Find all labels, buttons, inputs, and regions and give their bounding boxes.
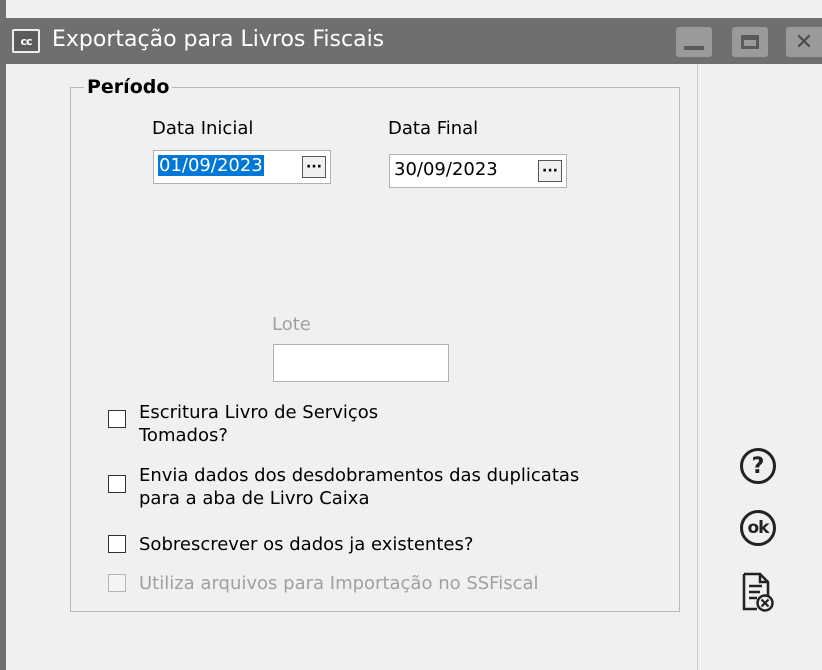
- data-final-value[interactable]: 30/09/2023: [394, 159, 498, 180]
- help-button[interactable]: ?: [736, 444, 780, 488]
- periodo-legend: Período: [84, 76, 173, 98]
- close-icon: ✕: [794, 29, 814, 55]
- ok-button[interactable]: ok: [736, 506, 780, 550]
- data-inicial-value[interactable]: 01/09/2023: [158, 155, 264, 176]
- sobrescrever-label[interactable]: Sobrescrever os dados ja existentes?: [139, 533, 473, 556]
- sobrescrever-checkbox[interactable]: [108, 535, 126, 553]
- maximize-icon: [741, 35, 759, 49]
- cancel-button[interactable]: [736, 570, 780, 614]
- close-button[interactable]: ✕: [786, 27, 822, 57]
- utiliza-arquivos-checkbox: [108, 574, 126, 592]
- action-sidebar: ? ok: [697, 64, 822, 670]
- utiliza-arquivos-label: Utiliza arquivos para Importação no SSFi…: [139, 573, 539, 594]
- escritura-livro-checkbox[interactable]: [108, 410, 126, 428]
- minimize-icon: [684, 46, 704, 50]
- envia-desdobramentos-checkbox[interactable]: [108, 475, 126, 493]
- data-inicial-picker-button[interactable]: ···: [302, 156, 326, 178]
- data-final-field[interactable]: 30/09/2023 ···: [389, 154, 567, 188]
- escritura-livro-label-line2: Tomados?: [139, 425, 228, 446]
- data-inicial-field[interactable]: 01/09/2023 ···: [153, 150, 331, 184]
- cancel-document-icon: [742, 572, 774, 612]
- ok-icon: ok: [740, 510, 776, 546]
- envia-desdobramentos-label-line1: Envia dados dos desdobramentos das dupli…: [139, 465, 580, 486]
- envia-desdobramentos-label-line2: para a aba de Livro Caixa: [139, 488, 370, 509]
- help-icon: ?: [740, 448, 776, 484]
- window-border: [0, 0, 6, 670]
- lote-input[interactable]: [273, 344, 449, 382]
- data-final-picker-button[interactable]: ···: [538, 160, 562, 182]
- escritura-livro-label-line1: Escritura Livro de Serviços: [139, 402, 379, 423]
- envia-desdobramentos-label[interactable]: Envia dados dos desdobramentos das dupli…: [139, 464, 579, 510]
- data-inicial-label: Data Inicial: [152, 118, 254, 139]
- minimize-button[interactable]: [676, 27, 712, 57]
- window-title: Exportação para Livros Fiscais: [52, 27, 385, 52]
- title-bar[interactable]: cc Exportação para Livros Fiscais ✕: [0, 18, 822, 64]
- export-dialog: cc Exportação para Livros Fiscais ✕ Perí…: [0, 0, 822, 670]
- maximize-button[interactable]: [732, 27, 768, 57]
- lote-label: Lote: [272, 314, 311, 335]
- escritura-livro-label[interactable]: Escritura Livro de Serviços Tomados?: [139, 401, 378, 447]
- data-final-label: Data Final: [388, 118, 479, 139]
- window-app-icon[interactable]: cc: [12, 29, 40, 53]
